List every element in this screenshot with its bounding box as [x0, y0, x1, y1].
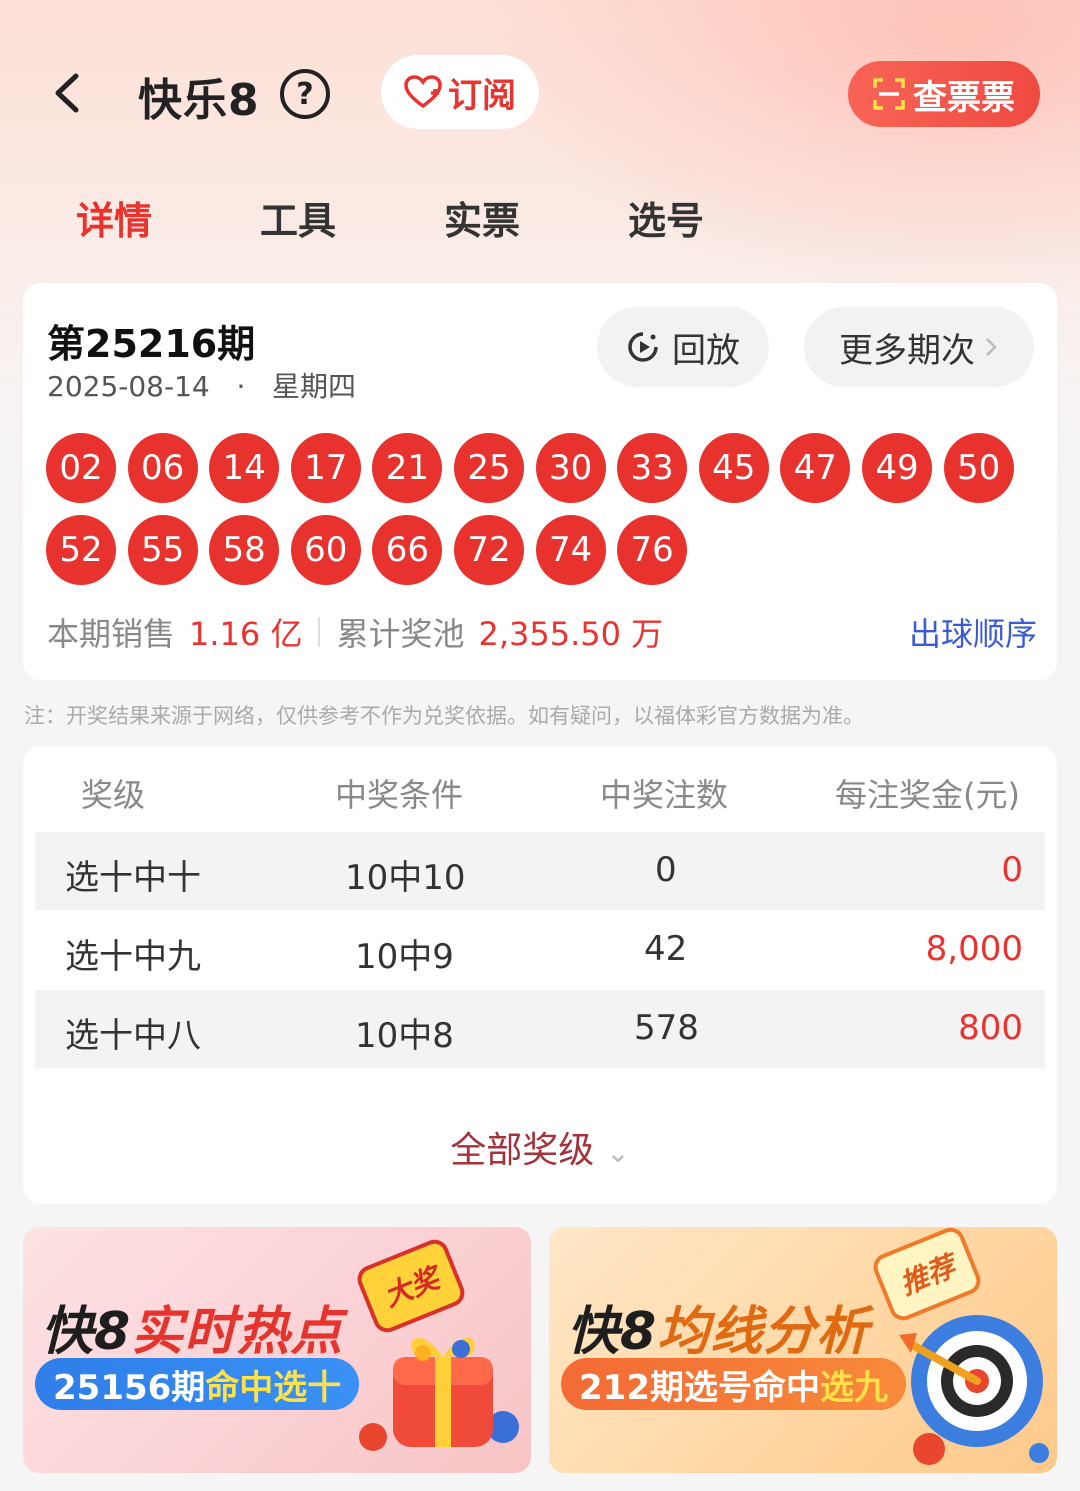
count-cell: 0: [655, 850, 677, 890]
prize-cell: 800: [958, 1008, 1023, 1048]
header-level: 奖级: [81, 776, 146, 814]
tab-bar: 详情 工具 实票 选号: [0, 190, 1080, 250]
condition-cell: 10中9: [355, 937, 454, 977]
number-ball: 60: [290, 515, 361, 585]
banner-subtitle-highlight: 选九: [819, 1367, 888, 1408]
banner-title-main: 均线分析: [657, 1302, 870, 1362]
check-ticket-button[interactable]: 查票票: [848, 61, 1040, 127]
sales-label: 本期销售: [47, 615, 176, 653]
number-ball: 30: [535, 433, 606, 503]
help-symbol: ?: [296, 76, 314, 112]
banner-subtitle-highlight: 命中选十: [205, 1367, 342, 1408]
replay-icon: [628, 332, 658, 362]
level-cell: 选十中十: [65, 858, 201, 898]
replay-button[interactable]: 回放: [597, 307, 769, 387]
scan-icon: [873, 78, 905, 110]
chevron-down-icon: ⌄: [606, 1136, 630, 1169]
app-header: 快乐8 ? 订阅 查票票: [0, 0, 1080, 190]
banner-subtitle: 212期选号命中 选九: [561, 1358, 906, 1410]
sales-value: 1.16 亿: [189, 615, 303, 653]
subscribe-button[interactable]: 订阅: [381, 55, 539, 129]
pool-value: 2,355.50 万: [478, 615, 664, 653]
number-ball: 25: [454, 433, 524, 503]
number-ball: 72: [454, 515, 524, 585]
sales-info: 本期销售 1.16 亿 累计奖池 2,355.50 万 出球顺序: [47, 609, 1037, 655]
number-ball: 02: [46, 433, 116, 503]
draw-weekday: 星期四: [272, 370, 357, 403]
ball-order-link[interactable]: 出球顺序: [909, 609, 1037, 655]
table-row: 选十中八 10中8 578 800: [35, 990, 1045, 1068]
tab-tools[interactable]: 工具: [260, 190, 336, 245]
number-ball: 47: [780, 433, 851, 503]
table-row: 选十中十 10中10 0 0: [35, 832, 1045, 910]
level-cell: 选十中九: [65, 937, 201, 977]
prize-cell: 8,000: [925, 929, 1023, 969]
draw-result-card: 第25216期 2025-08-14 · 星期四 回放 更多期次 02 06 14 1…: [23, 283, 1057, 680]
number-ball: 21: [372, 433, 443, 503]
banner-title-prefix: 快8: [41, 1302, 132, 1362]
replay-label: 回放: [672, 330, 740, 371]
check-ticket-label: 查票票: [913, 77, 1015, 118]
number-ball: 58: [209, 515, 280, 585]
count-cell: 578: [634, 1008, 699, 1048]
prize-table-card: 奖级 中奖条件 中奖注数 每注奖金(元) 选十中十 10中10 0 0 选十中九…: [23, 746, 1057, 1204]
number-ball: 55: [127, 515, 198, 585]
banner-title-main: 实时热点: [131, 1302, 344, 1362]
divider: [318, 617, 321, 647]
banner-subtitle: 25156期 命中选十: [35, 1358, 360, 1410]
number-ball: 52: [46, 515, 116, 585]
back-arrow-icon[interactable]: [46, 68, 96, 118]
condition-cell: 10中10: [345, 858, 466, 898]
number-ball: 33: [617, 433, 688, 503]
header-prize: 每注奖金(元): [835, 776, 1020, 814]
banner-subtitle-issue: 212期选号命中: [579, 1367, 820, 1408]
number-ball: 76: [617, 515, 688, 585]
banner-subtitle-issue: 25156期: [53, 1367, 206, 1408]
all-levels-toggle[interactable]: 全部奖级 ⌄: [23, 1121, 1057, 1173]
draw-date: 2025-08-14 · 星期四: [47, 365, 356, 405]
banner-title: 快8均线分析: [567, 1289, 869, 1364]
number-ball: 06: [127, 433, 198, 503]
draw-date-value: 2025-08-14: [47, 370, 210, 403]
help-icon[interactable]: ?: [280, 69, 330, 119]
trend-analysis-banner[interactable]: 推荐 快8均线分析 212期选号命中 选九: [549, 1227, 1057, 1473]
number-ball: 74: [535, 515, 606, 585]
prize-cell: 0: [1001, 850, 1023, 890]
date-separator: ·: [236, 370, 246, 403]
count-cell: 42: [644, 929, 688, 969]
subscribe-label: 订阅: [448, 75, 516, 116]
page-title: 快乐8: [138, 75, 260, 126]
more-issues-button[interactable]: 更多期次: [804, 307, 1034, 387]
condition-cell: 10中8: [355, 1016, 454, 1056]
level-cell: 选十中八: [65, 1016, 201, 1056]
banner-title: 快8实时热点: [41, 1289, 343, 1364]
tab-details[interactable]: 详情: [76, 190, 152, 245]
issue-number: 第25216期: [47, 322, 256, 366]
chevron-right-icon: [986, 338, 997, 356]
pool-label: 累计奖池: [336, 615, 465, 653]
number-ball: 45: [698, 433, 769, 503]
number-ball: 14: [209, 433, 280, 503]
number-ball: 66: [372, 515, 443, 585]
banner-title-prefix: 快8: [567, 1302, 658, 1362]
heart-plus-icon: [404, 75, 442, 109]
header-condition: 中奖条件: [335, 776, 464, 814]
tab-pick-numbers[interactable]: 选号: [628, 190, 704, 245]
disclaimer-note: 注：开奖结果来源于网络，仅供参考不作为兑奖依据。如有疑问，以福体彩官方数据为准。: [24, 704, 864, 728]
more-issues-label: 更多期次: [839, 330, 975, 371]
header-count: 中奖注数: [600, 776, 729, 814]
number-ball: 49: [862, 433, 932, 503]
tab-real-tickets[interactable]: 实票: [444, 190, 520, 245]
number-ball: 17: [290, 433, 361, 503]
table-row: 选十中九 10中9 42 8,000: [35, 911, 1045, 989]
all-levels-label: 全部奖级: [450, 1130, 595, 1171]
hotspot-banner[interactable]: 大奖 快8实时热点 25156期 命中选十: [23, 1227, 531, 1473]
number-ball: 50: [943, 433, 1014, 503]
